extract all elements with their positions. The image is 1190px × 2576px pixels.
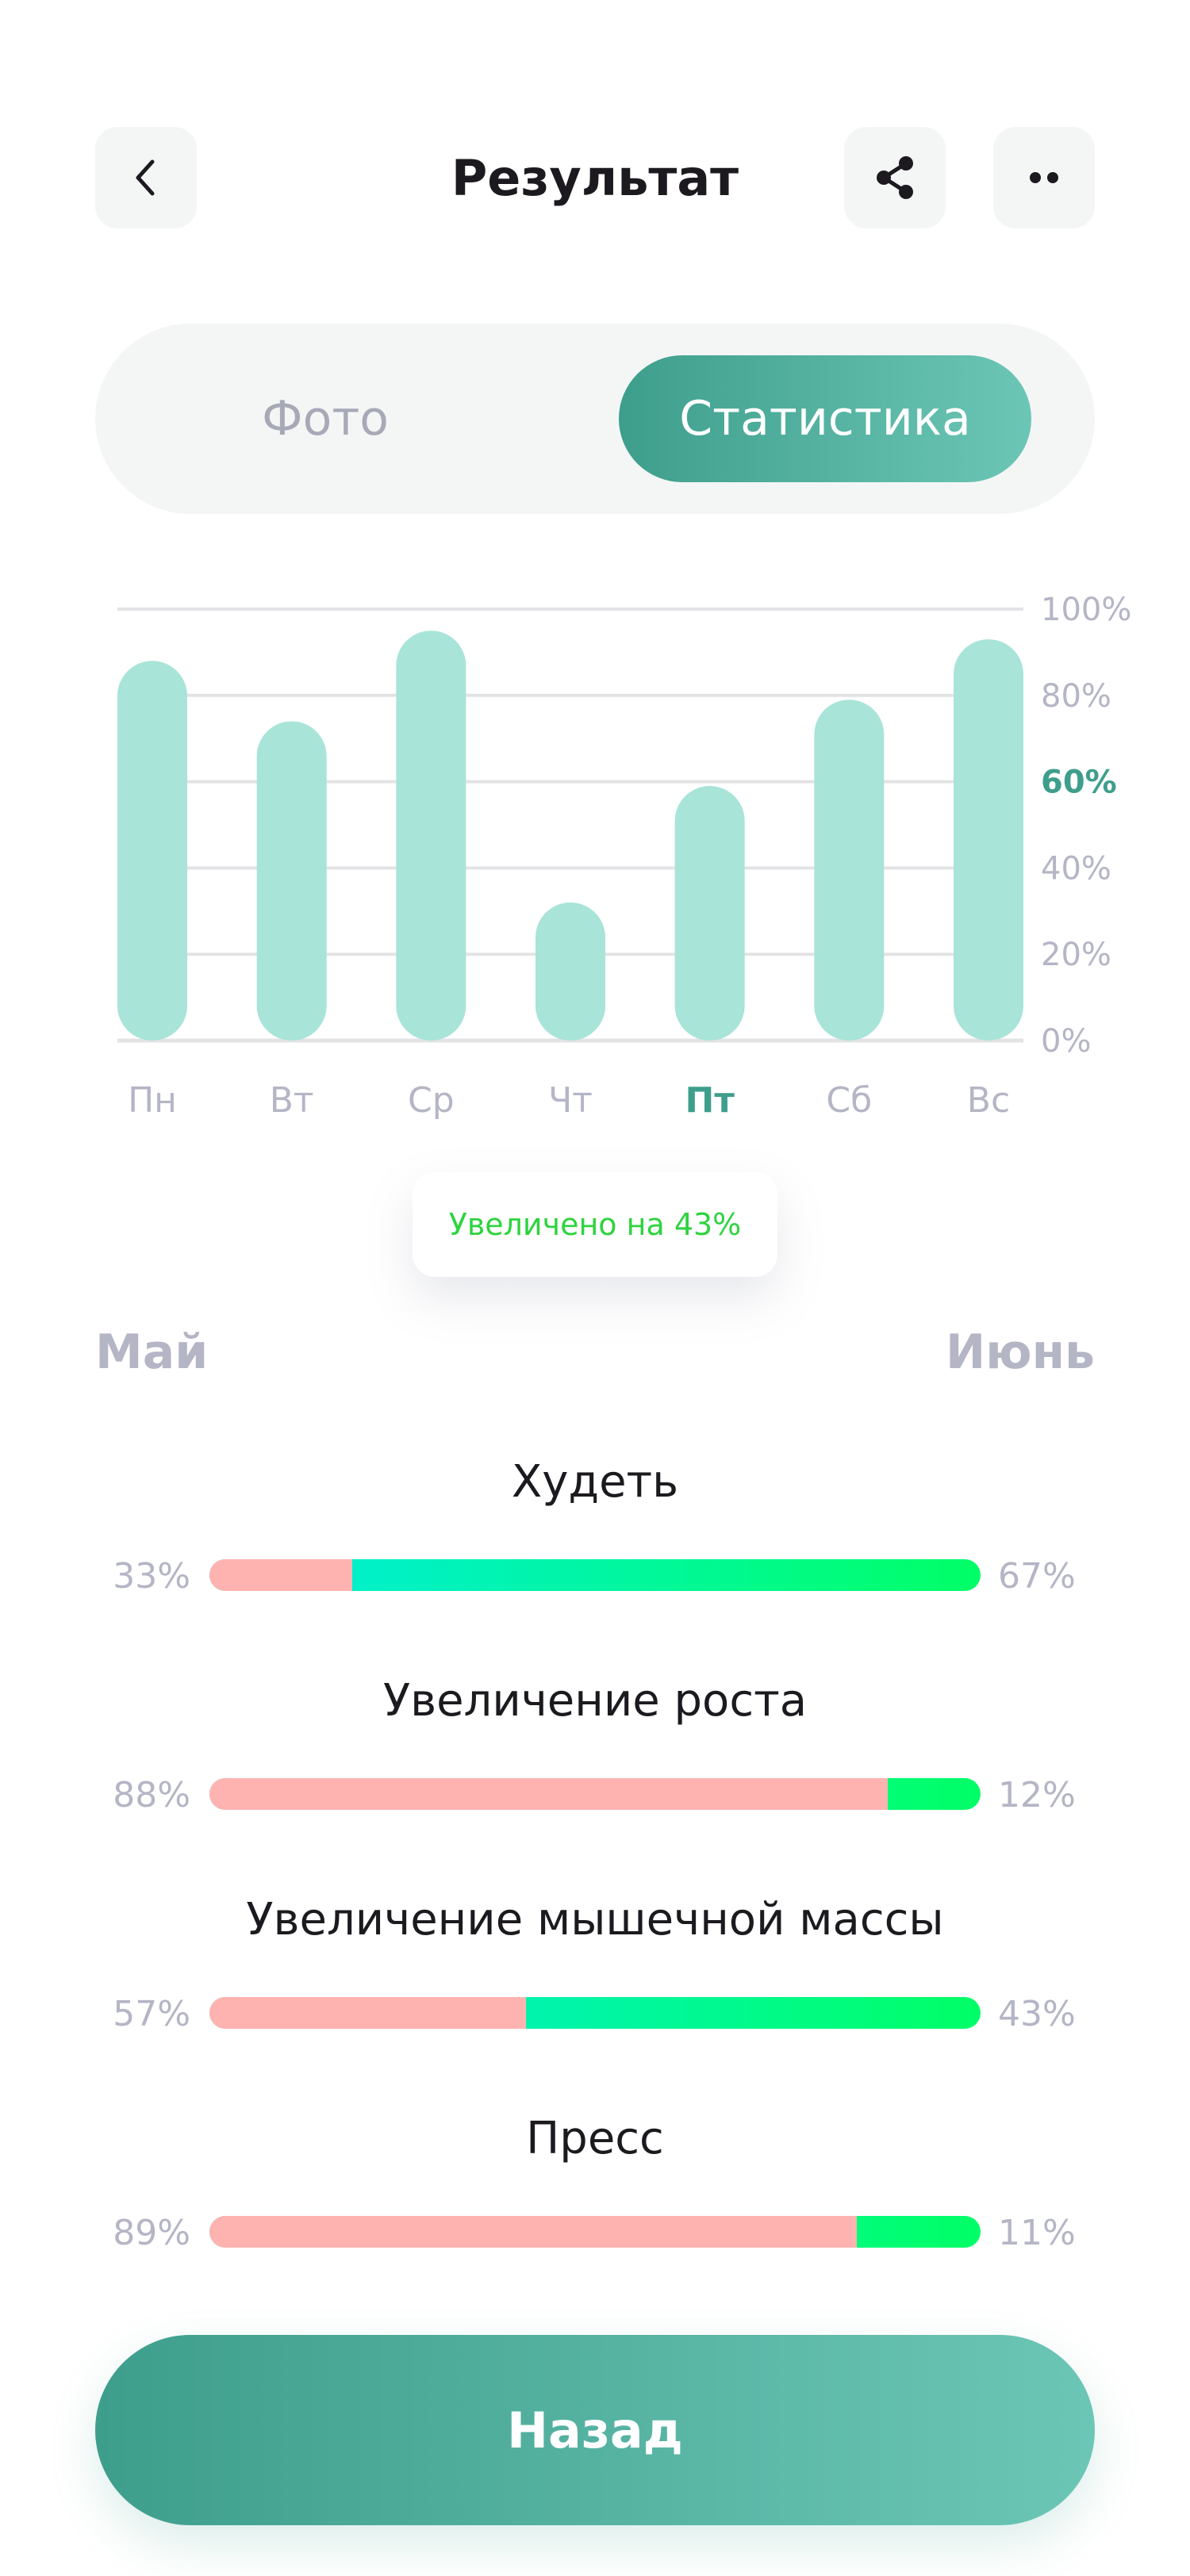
increase-tooltip: Увеличено на 43% (413, 1172, 777, 1277)
more-button[interactable] (993, 127, 1095, 228)
month-from-label: Май (95, 1324, 209, 1380)
chart-y-tick-label: 80% (1041, 678, 1111, 715)
more-dots-icon (1030, 172, 1058, 183)
goal-title: Худеть (511, 1456, 679, 1508)
goal-bar-before (209, 1559, 352, 1591)
goal-after-percent: 11% (998, 2213, 1076, 2253)
chart-bar (674, 786, 745, 1041)
goal-before-percent: 88% (113, 1775, 190, 1815)
goal-after-percent: 43% (998, 1994, 1076, 2034)
goal-after-percent: 67% (998, 1556, 1076, 1597)
chart-x-tick-label: Ср (408, 1080, 455, 1121)
chart-bar (814, 700, 885, 1041)
goal-title: Пресс (526, 2113, 664, 2164)
chart-x-tick-label: Пн (128, 1080, 177, 1121)
goal-bar-before (209, 2216, 858, 2248)
chart-x-tick-label: Пт (685, 1080, 735, 1121)
chart-y-tick-label: 20% (1041, 937, 1111, 973)
tab-photo[interactable]: Фото (127, 355, 524, 482)
goal-before-percent: 33% (113, 1556, 190, 1597)
month-to-label: Июнь (946, 1324, 1095, 1380)
chart-y-tick-label: 100% (1041, 592, 1131, 628)
goal-progress-bar (209, 1778, 981, 1810)
tab-statistics[interactable]: Статистика (619, 355, 1031, 482)
goal-progress-bar (209, 1559, 981, 1591)
back-cta-button[interactable]: Назад (95, 2335, 1095, 2525)
goal-after-percent: 12% (998, 1775, 1076, 1815)
chart-bar (536, 902, 605, 1041)
goal-title: Увеличение роста (382, 1675, 808, 1727)
goal-before-percent: 89% (113, 2213, 190, 2253)
chart-bar (256, 721, 327, 1041)
goal-bar-before (209, 1997, 526, 2029)
weekly-progress-chart: 0% 20% 40% 60% 80% 100% Пн Вт Ср Чт Пт Сб Вс (117, 592, 1131, 1121)
goal-before-percent: 57% (113, 1994, 190, 2034)
chart-x-tick-label: Вс (967, 1080, 1010, 1121)
chart-y-tick-label: 40% (1041, 850, 1111, 887)
goal-title: Увеличение мышечной массы (246, 1894, 944, 1945)
chart-bar (396, 631, 466, 1041)
goal-progress-bar (209, 2216, 981, 2248)
goal-progress-bar (209, 1997, 981, 2029)
chart-y-tick-label: 0% (1041, 1023, 1091, 1060)
view-segmented-control: Фото Статистика (95, 324, 1095, 514)
chart-x-tick-label: Вт (270, 1080, 314, 1121)
goal-bar-before (209, 1778, 889, 1810)
share-button[interactable] (844, 127, 946, 228)
share-icon (877, 156, 913, 199)
chart-x-tick-label: Чт (548, 1080, 593, 1121)
chart-bar (117, 661, 187, 1041)
chart-x-tick-label: Сб (826, 1080, 872, 1121)
chart-bar (954, 639, 1023, 1041)
chart-y-tick-label: 60% (1041, 765, 1117, 801)
